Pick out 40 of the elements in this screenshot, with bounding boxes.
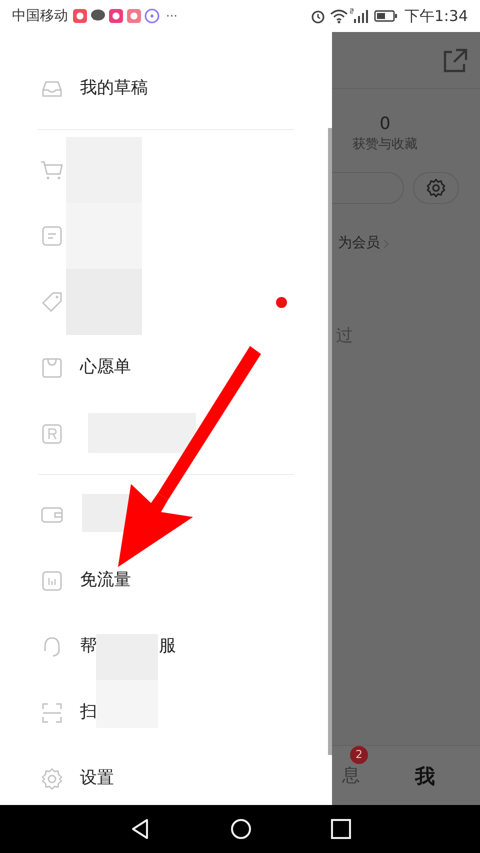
recents-icon[interactable] bbox=[330, 819, 351, 839]
clock-time: 下午1:34 bbox=[404, 6, 468, 27]
menu-item[interactable]: 心愿单 bbox=[0, 335, 332, 401]
battery-icon bbox=[374, 9, 398, 23]
app-notification-icon bbox=[108, 8, 124, 24]
alarm-icon bbox=[310, 8, 326, 24]
menu-label: 扫 bbox=[80, 701, 97, 724]
menu-item[interactable]: 我的草稿 bbox=[0, 56, 332, 122]
tag-icon bbox=[40, 290, 64, 314]
menu-label: 心愿单 bbox=[80, 356, 131, 380]
stat-count: 0 bbox=[378, 113, 392, 136]
settings-icon bbox=[426, 178, 446, 198]
menu-label: 我的草稿 bbox=[80, 77, 148, 100]
app-notification-icon bbox=[126, 8, 142, 24]
letter-r-icon bbox=[40, 422, 64, 446]
share-icon[interactable] bbox=[442, 48, 468, 74]
home-icon[interactable] bbox=[230, 818, 252, 840]
menu-label: 免流量 bbox=[80, 569, 131, 592]
more-notifications: ··· bbox=[166, 8, 178, 25]
scan-icon bbox=[40, 701, 64, 725]
bag-icon bbox=[40, 356, 64, 380]
menu-label: 帮 bbox=[80, 635, 97, 658]
document-icon bbox=[40, 224, 64, 248]
app-notification-icon bbox=[144, 8, 160, 24]
menu-item[interactable]: 设置 bbox=[0, 746, 332, 805]
signal-icon bbox=[350, 8, 368, 24]
menu-item[interactable]: 帮 服 bbox=[0, 614, 332, 680]
wifi-icon bbox=[330, 8, 348, 24]
menu-label: 服 bbox=[159, 635, 176, 658]
notification-badge: 2 bbox=[350, 746, 368, 764]
settings-icon bbox=[40, 767, 64, 791]
bar-chart-icon bbox=[40, 569, 64, 593]
app-notification-icon bbox=[72, 8, 88, 24]
menu-label: 设置 bbox=[80, 767, 114, 790]
menu-item[interactable]: 免流量 bbox=[0, 548, 332, 614]
tab-item[interactable]: 我 bbox=[415, 760, 435, 790]
carrier-name: 中国移动 bbox=[12, 6, 68, 26]
settings-button[interactable] bbox=[413, 172, 459, 204]
menu-item[interactable]: 扫 bbox=[0, 680, 332, 746]
stat-label: 获赞与收藏 bbox=[352, 136, 418, 154]
